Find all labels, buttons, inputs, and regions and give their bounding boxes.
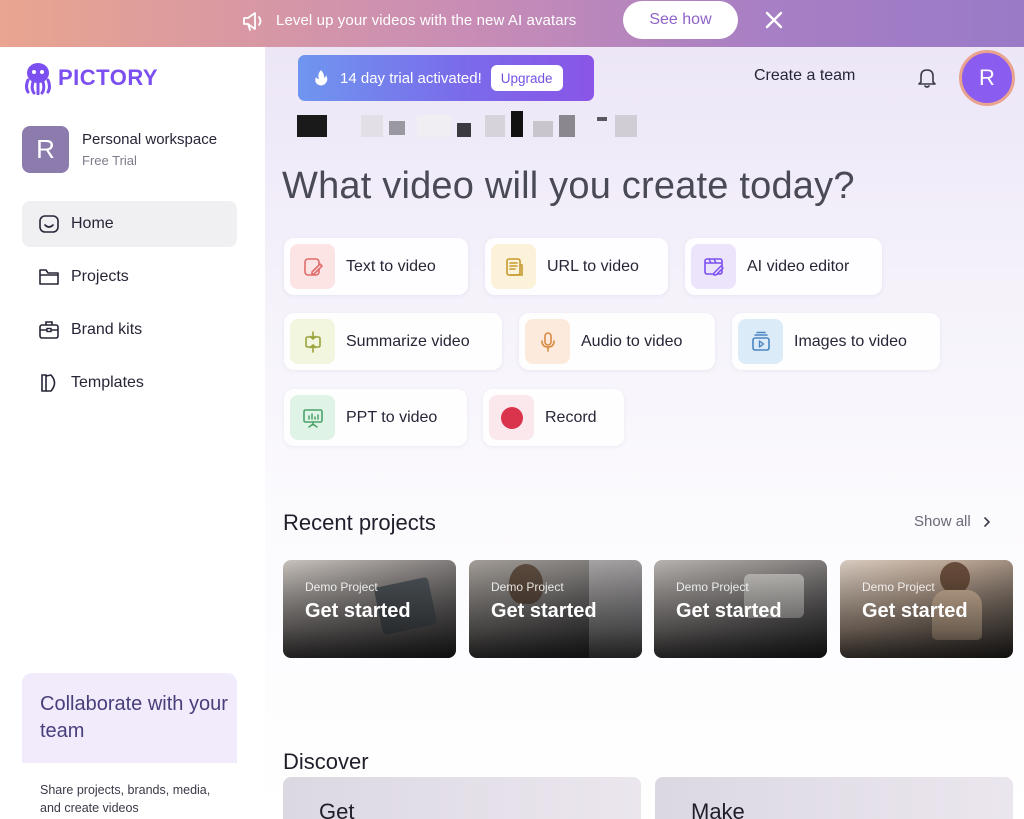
show-all-label: Show all <box>914 513 971 530</box>
ppt-to-video-tile[interactable]: PPT to video <box>284 389 467 446</box>
project-label: Demo Project <box>676 580 749 594</box>
tile-label: Record <box>545 408 597 426</box>
discover-card-title: Make <box>691 799 745 819</box>
close-icon[interactable] <box>762 8 786 32</box>
summarize-video-tile[interactable]: Summarize video <box>284 313 502 370</box>
folder-icon <box>36 264 62 290</box>
collaborate-body: Share projects, brands, media, and creat… <box>22 763 237 819</box>
project-label: Demo Project <box>491 580 564 594</box>
project-card[interactable]: Demo Project Get started <box>469 560 642 658</box>
home-icon <box>36 211 62 237</box>
workspace-switcher[interactable]: R Personal workspace Free Trial <box>22 126 217 173</box>
chevron-right-icon <box>983 516 990 527</box>
sidebar-item-label: Home <box>71 215 114 232</box>
discover-card[interactable]: Get <box>283 777 641 819</box>
templates-icon <box>36 370 62 396</box>
text-video-icon <box>290 244 335 289</box>
workspace-avatar: R <box>22 126 69 173</box>
tile-label: Summarize video <box>346 332 470 350</box>
images-icon <box>738 319 783 364</box>
redacted-greeting <box>297 111 637 141</box>
images-to-video-tile[interactable]: Images to video <box>732 313 940 370</box>
tile-label: PPT to video <box>346 408 438 426</box>
promo-banner: Level up your videos with the new AI ava… <box>0 0 1024 47</box>
discover-title: Discover <box>283 749 369 774</box>
flame-icon <box>315 70 328 86</box>
summarize-icon <box>290 319 335 364</box>
show-all-link[interactable]: Show all <box>914 513 995 530</box>
workspace-name: Personal workspace <box>82 131 218 148</box>
sidebar-item-label: Projects <box>71 268 129 285</box>
tile-label: AI video editor <box>747 257 850 275</box>
workspace-plan: Free Trial <box>82 153 137 168</box>
user-avatar[interactable]: R <box>959 50 1015 106</box>
sidebar-item-templates[interactable]: Templates <box>22 360 237 406</box>
sidebar-nav: Home Projects Brand kits Templates <box>22 201 237 413</box>
url-article-icon <box>491 244 536 289</box>
project-title: Get started <box>676 600 782 622</box>
presentation-icon <box>290 395 335 440</box>
main-content: 14 day trial activated! Upgrade Create a… <box>265 47 1024 819</box>
tile-label: URL to video <box>547 257 639 275</box>
text-to-video-tile[interactable]: Text to video <box>284 238 468 295</box>
tile-label: Images to video <box>794 332 907 350</box>
url-to-video-tile[interactable]: URL to video <box>485 238 668 295</box>
octopus-logo-icon <box>25 63 51 95</box>
see-how-button[interactable]: See how <box>623 1 738 39</box>
sidebar-item-brand-kits[interactable]: Brand kits <box>22 307 237 353</box>
microphone-icon <box>525 319 570 364</box>
sidebar: PICTORY R Personal workspace Free Trial … <box>0 47 265 819</box>
tile-label: Audio to video <box>581 332 683 350</box>
project-card[interactable]: Demo Project Get started <box>283 560 456 658</box>
ai-video-editor-tile[interactable]: AI video editor <box>685 238 882 295</box>
trial-text: 14 day trial activated! <box>340 69 482 87</box>
tile-label: Text to video <box>346 257 436 275</box>
banner-text: Level up your videos with the new AI ava… <box>276 12 577 29</box>
video-edit-icon <box>691 244 736 289</box>
project-title: Get started <box>862 600 968 622</box>
collaborate-title: Collaborate with your team <box>40 693 228 742</box>
project-label: Demo Project <box>862 580 935 594</box>
record-icon <box>489 395 534 440</box>
recent-projects-title: Recent projects <box>283 510 436 535</box>
discover-card-title: Get <box>319 799 355 819</box>
project-card[interactable]: Demo Project Get started <box>840 560 1013 658</box>
trial-banner: 14 day trial activated! Upgrade <box>298 55 594 101</box>
discover-card[interactable]: Make <box>655 777 1013 819</box>
audio-to-video-tile[interactable]: Audio to video <box>519 313 715 370</box>
sidebar-item-label: Templates <box>71 374 144 391</box>
upgrade-button[interactable]: Upgrade <box>490 65 563 91</box>
project-title: Get started <box>491 600 597 622</box>
sidebar-item-label: Brand kits <box>71 321 143 338</box>
page-headline: What video will you create today? <box>282 165 855 207</box>
pictory-logo[interactable]: PICTORY <box>22 61 158 95</box>
sidebar-item-home[interactable]: Home <box>22 201 237 247</box>
logo-text: PICTORY <box>58 65 159 90</box>
record-tile[interactable]: Record <box>483 389 624 446</box>
project-card[interactable]: Demo Project Get started <box>654 560 827 658</box>
bell-icon[interactable] <box>915 65 939 89</box>
collaborate-card[interactable]: Collaborate with your team Share project… <box>22 673 237 819</box>
create-team-link[interactable]: Create a team <box>754 67 855 85</box>
briefcase-icon <box>36 317 62 343</box>
project-title: Get started <box>305 600 411 622</box>
sidebar-item-projects[interactable]: Projects <box>22 254 237 300</box>
project-label: Demo Project <box>305 580 378 594</box>
megaphone-icon <box>243 12 262 31</box>
